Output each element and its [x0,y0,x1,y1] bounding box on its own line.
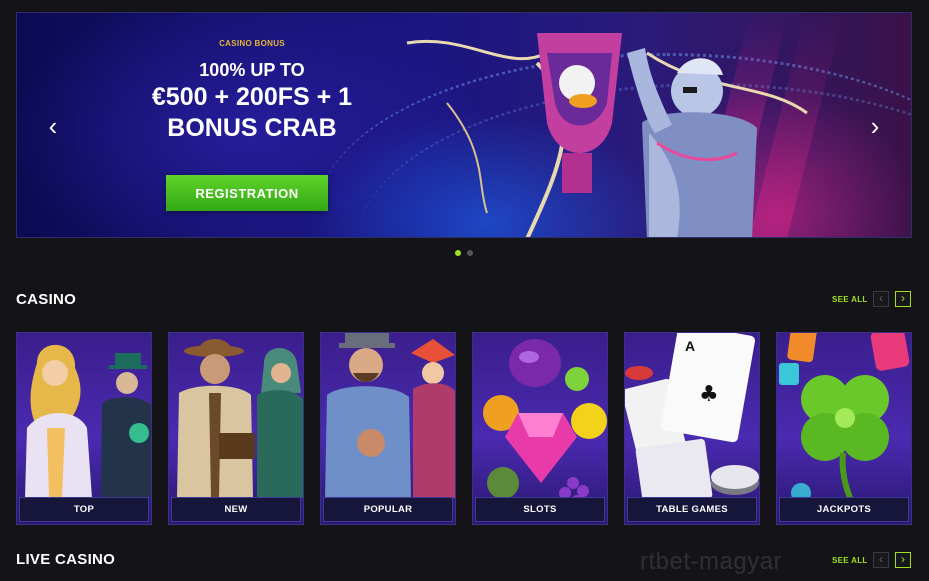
hero-headline-line2: €500 + 200FS + 1 [151,83,353,111]
category-card-popular[interactable]: POPULAR [320,332,456,525]
category-card-label: POPULAR [323,497,453,522]
category-card-new[interactable]: NEW [168,332,304,525]
category-card-label: TABLE GAMES [627,497,757,522]
live-casino-section-title: LIVE CASINO [16,551,116,568]
category-card-label: NEW [171,497,301,522]
chevron-left-icon: ‹ [879,291,883,305]
category-card-top[interactable]: TOP [16,332,152,525]
chevron-right-icon[interactable]: › [865,113,885,139]
category-card-slots[interactable]: SLOTS [472,332,608,525]
carousel-dot[interactable] [467,250,473,256]
casino-next-button[interactable]: › [895,291,911,307]
hero-headline-line3: BONUS CRAB [167,114,337,142]
hero-statue-trophy-illustration [406,33,808,237]
hero-copy: CASINO BONUS 100% UP TO €500 + 200FS + 1… [137,39,367,143]
svg-text:A: A [685,338,695,354]
chevron-right-icon: › [901,291,905,305]
carousel-dot-active[interactable] [455,250,461,256]
casino-see-all-link[interactable]: SEE ALL [832,295,868,304]
category-card-label: SLOTS [475,497,605,522]
chevron-right-icon: › [901,552,905,566]
site-watermark: rtbet-magyar [640,548,783,575]
category-card-label: TOP [19,497,149,522]
carousel-pagination [455,250,473,256]
live-casino-prev-button[interactable]: ‹ [873,552,889,568]
chevron-left-icon[interactable]: ‹ [43,113,63,139]
live-casino-next-button[interactable]: › [895,552,911,568]
hero-kicker: CASINO BONUS [219,39,285,48]
registration-button[interactable]: REGISTRATION [166,175,328,211]
casino-section-title: CASINO [16,291,77,308]
live-casino-see-all-link[interactable]: SEE ALL [832,556,868,565]
casino-prev-button[interactable]: ‹ [873,291,889,307]
chevron-left-icon: ‹ [879,552,883,566]
hero-banner[interactable]: CASINO BONUS 100% UP TO €500 + 200FS + 1… [16,12,912,238]
hero-headline-line1: 100% UP TO [199,60,305,80]
category-card-table-games[interactable]: A ♣ TABLE GAMES [624,332,760,525]
svg-text:♣: ♣ [699,382,719,407]
category-card-label: JACKPOTS [779,497,909,522]
category-card-jackpots[interactable]: JACKPOTS [776,332,912,525]
